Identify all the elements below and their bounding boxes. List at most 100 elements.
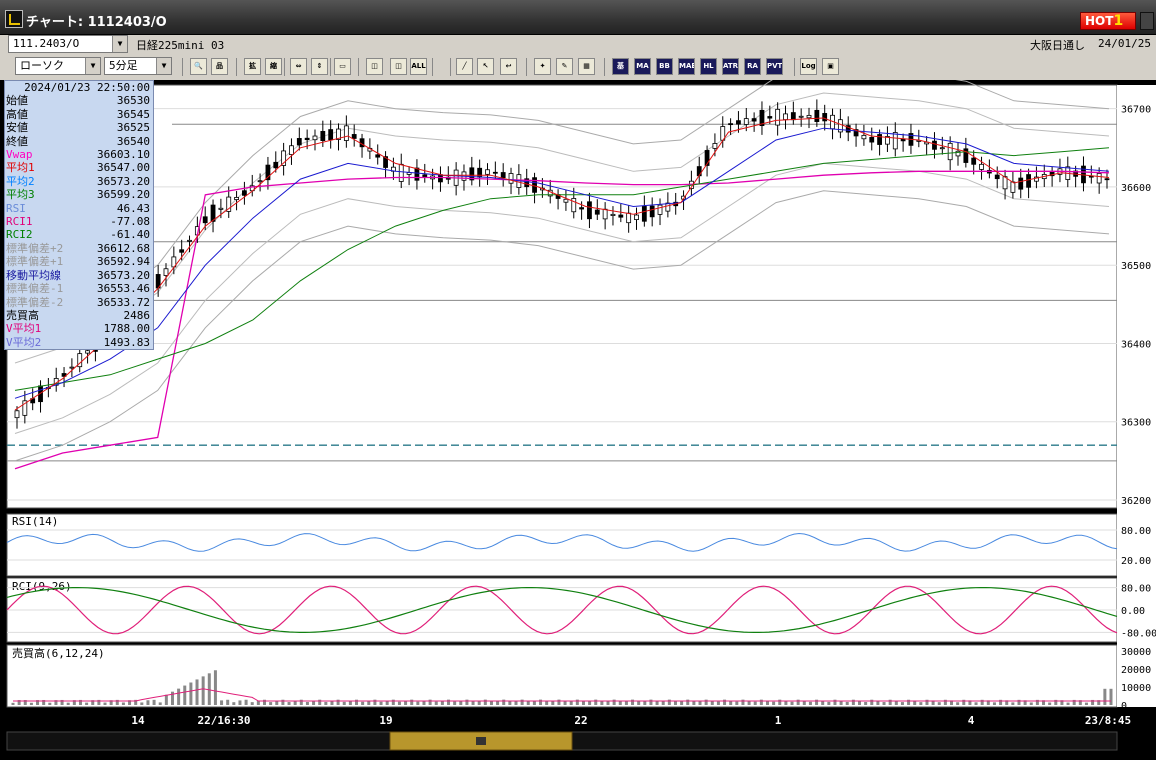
candle-body xyxy=(1010,181,1016,193)
candle-body xyxy=(602,208,608,220)
toolbar-tool-8-icon[interactable]: ◫ xyxy=(366,58,383,75)
candle-body xyxy=(822,113,828,122)
time-axis-label: 22/16:30 xyxy=(198,714,251,727)
hot-button[interactable]: HOT1 xyxy=(1080,12,1136,30)
toolbar-separator xyxy=(182,58,183,76)
volume-bar xyxy=(164,694,168,705)
toolbar-tool-25-icon[interactable]: Log xyxy=(800,58,817,75)
candle-body xyxy=(273,161,279,169)
info-row: 平均1 36547.00 xyxy=(5,161,153,174)
chart-type-select[interactable]: ローソク ▼ xyxy=(15,57,101,75)
info-row: RSI 46.43 xyxy=(5,202,153,215)
volume-bar xyxy=(956,702,960,705)
volume-bar xyxy=(416,701,420,705)
volume-bar xyxy=(772,701,776,705)
toolbar-tool-24-icon[interactable]: PVT xyxy=(766,58,783,75)
volume-bar xyxy=(532,701,536,705)
chart-canvas[interactable]: 36700 36600 36500 36400 36300 36200 RSI(14) 80.… xyxy=(0,80,1156,760)
toolbar-tool-12-icon[interactable]: ↖ xyxy=(477,58,494,75)
toolbar-tool-19-icon[interactable]: BB xyxy=(656,58,673,75)
toolbar-separator xyxy=(358,58,359,76)
toolbar-tool-17-icon[interactable]: 基 xyxy=(612,58,629,75)
toolbar-tool-1-icon[interactable]: 🔍 xyxy=(190,58,207,75)
volume-bar xyxy=(759,699,763,705)
toolbar-tool-14-icon[interactable]: ✦ xyxy=(534,58,551,75)
price-tick-label: 36700 xyxy=(1121,105,1151,116)
candle-body xyxy=(767,116,773,119)
info-row-value: 36533.72 xyxy=(97,295,150,309)
volume-bar xyxy=(796,699,800,705)
chart-area[interactable]: 36700 36600 36500 36400 36300 36200 RSI(14) 80.… xyxy=(0,80,1156,760)
toolbar-tool-9-icon[interactable]: ◫ xyxy=(390,58,407,75)
volume-bar xyxy=(305,701,309,705)
info-row: 売買高 2486 xyxy=(5,309,153,322)
info-row: V平均1 1788.00 xyxy=(5,322,153,335)
info-datetime: 2024/01/23 22:50:00 xyxy=(24,81,150,94)
toolbar-tool-5-icon[interactable]: ⇔ xyxy=(290,58,307,75)
candle-body xyxy=(1018,177,1024,190)
chevron-down-icon[interactable]: ▼ xyxy=(85,58,100,74)
candle-body xyxy=(712,143,718,149)
toolbar-tool-16-icon[interactable]: ▦ xyxy=(578,58,595,75)
volume-bar xyxy=(158,702,162,705)
info-row: Vwap 36603.10 xyxy=(5,148,153,161)
candle-body xyxy=(320,130,326,142)
toolbar-tool-4-icon[interactable]: 縮 xyxy=(265,58,282,75)
volume-bar xyxy=(434,701,438,705)
volume-bar xyxy=(483,699,487,705)
interval-select[interactable]: 5分足 ▼ xyxy=(104,57,172,75)
volume-bar xyxy=(778,699,782,705)
toolbar-tool-6-icon[interactable]: ⇕ xyxy=(311,58,328,75)
toolbar-tool-13-icon[interactable]: ↩ xyxy=(500,58,517,75)
toolbar-tool-21-icon[interactable]: HL xyxy=(700,58,717,75)
toolbar-tool-10-icon[interactable]: ALL xyxy=(410,58,427,75)
panel-rsi xyxy=(6,513,1118,577)
volume-bar xyxy=(600,701,604,705)
time-axis-label: 14 xyxy=(131,714,145,727)
time-axis-label: 23/8:45 xyxy=(1085,714,1131,727)
info-row-label: 移動平均線 xyxy=(6,268,61,282)
toolbar-tool-3-icon[interactable]: 拡 xyxy=(244,58,261,75)
candle-body xyxy=(328,129,334,141)
toolbar-tool-22-icon[interactable]: ATR xyxy=(722,58,739,75)
volume-bar xyxy=(361,701,365,705)
close-button[interactable] xyxy=(1140,12,1154,30)
symbol-select[interactable]: 111.2403/O ▼ xyxy=(8,35,128,53)
price-tick-label: 36500 xyxy=(1121,261,1151,272)
candle-body xyxy=(202,216,208,224)
candle-body xyxy=(587,201,592,220)
candle-body xyxy=(1096,173,1102,184)
volume-bar xyxy=(48,702,52,705)
toolbar-tool-15-icon[interactable]: ✎ xyxy=(556,58,573,75)
volume-bar xyxy=(900,702,904,705)
price-tick-label: 36600 xyxy=(1121,183,1151,194)
candle-body xyxy=(234,197,239,200)
toolbar-tool-18-icon[interactable]: MA xyxy=(634,58,651,75)
volume-bar xyxy=(195,679,199,705)
toolbar-tool-23-icon[interactable]: RA xyxy=(744,58,761,75)
toolbar-tool-26-icon[interactable]: ▣ xyxy=(822,58,839,75)
info-row: 標準偏差-2 36533.72 xyxy=(5,296,153,309)
toolbar-separator xyxy=(330,58,331,76)
volume-tick-label: 10000 xyxy=(1121,683,1151,694)
volume-bar xyxy=(336,699,340,705)
toolbar-tool-11-icon[interactable]: ╱ xyxy=(456,58,473,75)
volume-bar xyxy=(673,700,677,705)
chevron-down-icon[interactable]: ▼ xyxy=(156,58,171,74)
candle-body xyxy=(736,120,741,125)
toolbar-tool-7-icon[interactable]: ▭ xyxy=(334,58,351,75)
candle-body xyxy=(626,212,632,224)
volume-bar xyxy=(220,700,224,705)
volume-bar xyxy=(741,699,745,705)
candle-body xyxy=(971,157,977,165)
rci-tick-label: 80.00 xyxy=(1121,584,1151,595)
volume-bar xyxy=(146,700,150,705)
volume-bar xyxy=(355,699,359,705)
info-row-label: Vwap xyxy=(6,148,33,162)
toolbar-tool-20-icon[interactable]: MAE xyxy=(678,58,695,75)
toolbar-tool-2-icon[interactable]: 品 xyxy=(211,58,228,75)
info-row: 標準偏差-1 36553.46 xyxy=(5,282,153,295)
chevron-down-icon[interactable]: ▼ xyxy=(112,36,127,52)
volume-bar xyxy=(250,702,254,705)
volume-bar xyxy=(680,701,684,705)
